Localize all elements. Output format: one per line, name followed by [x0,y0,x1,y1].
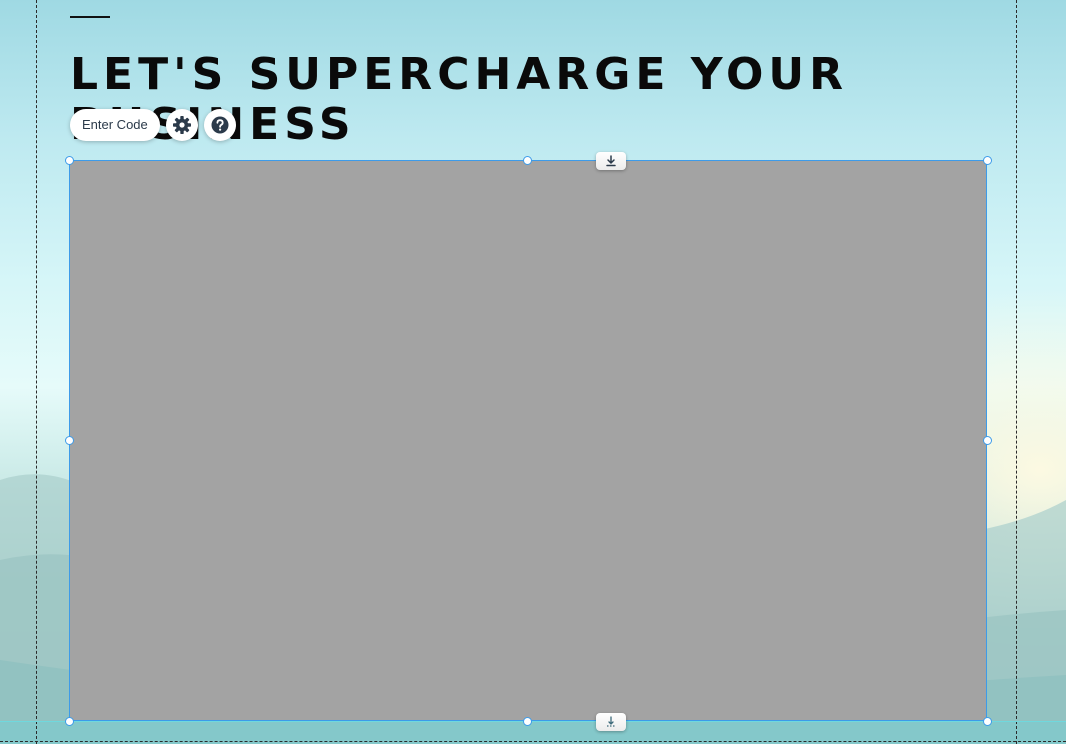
element-toolbar: Enter Code [70,109,236,141]
section-bottom-guide [0,721,1066,722]
right-gridline [1016,0,1017,744]
resize-handle-bottom-right[interactable] [983,717,992,726]
resize-handle-bottom-left[interactable] [65,717,74,726]
resize-handle-bottom-center[interactable] [523,717,532,726]
download-arrow-icon [606,155,616,167]
question-mark-icon [211,116,229,134]
resize-handle-top-center[interactable] [523,156,532,165]
resize-handle-top-right[interactable] [983,156,992,165]
bottom-gridline [0,741,1066,742]
stretch-top-button[interactable] [596,152,626,170]
left-gridline [36,0,37,744]
stretch-bottom-button[interactable] [596,713,626,731]
anchor-arrow-icon [607,716,615,727]
resize-handle-middle-right[interactable] [983,436,992,445]
resize-handle-top-left[interactable] [65,156,74,165]
html-embed-placeholder[interactable] [69,160,987,721]
enter-code-button[interactable]: Enter Code [70,109,160,141]
settings-button[interactable] [165,109,198,141]
gear-icon [172,116,191,134]
heading-accent-line [70,16,110,18]
resize-handle-middle-left[interactable] [65,436,74,445]
help-button[interactable] [203,109,236,141]
